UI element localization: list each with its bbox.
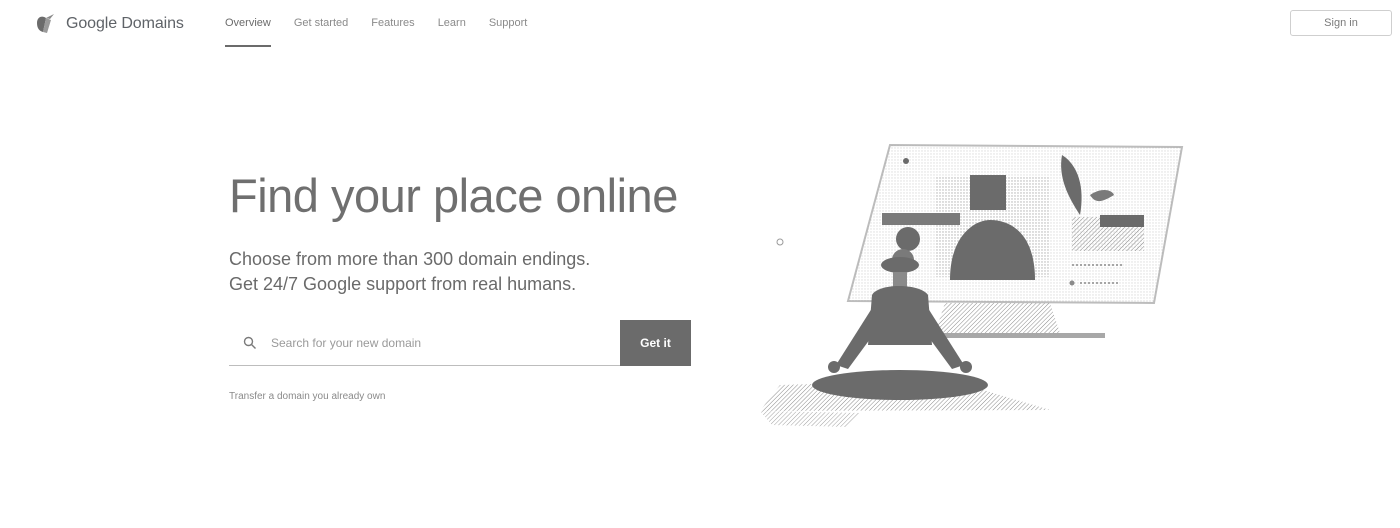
page-title: Find your place online [229, 169, 678, 222]
main-nav: Overview Get started Features Learn Supp… [225, 17, 550, 47]
nav-overview[interactable]: Overview [225, 17, 271, 47]
top-header: Google Domains Overview Get started Feat… [0, 0, 1400, 50]
domain-search-input[interactable] [269, 334, 613, 351]
sign-in-button[interactable]: Sign in [1290, 10, 1392, 36]
search-icon [243, 336, 256, 349]
subtitle-line-2: Get 24/7 Google support from real humans… [229, 274, 577, 294]
nav-support[interactable]: Support [489, 17, 528, 47]
transfer-domain-link[interactable]: Transfer a domain you already own [229, 391, 385, 402]
get-it-button[interactable]: Get it [620, 320, 691, 366]
hero-illustration [760, 143, 1184, 427]
domain-search-bar: Get it [229, 320, 691, 366]
brand-logo[interactable]: Google Domains [34, 13, 184, 35]
nav-learn[interactable]: Learn [438, 17, 466, 47]
subtitle-line-1: Choose from more than 300 domain endings… [229, 249, 591, 269]
hero-subtitle: Choose from more than 300 domain endings… [229, 247, 590, 297]
nav-get-started[interactable]: Get started [294, 17, 348, 47]
nav-features[interactable]: Features [371, 17, 414, 47]
google-domains-logo-icon [37, 14, 54, 33]
brand-name: Google Domains [66, 15, 184, 32]
